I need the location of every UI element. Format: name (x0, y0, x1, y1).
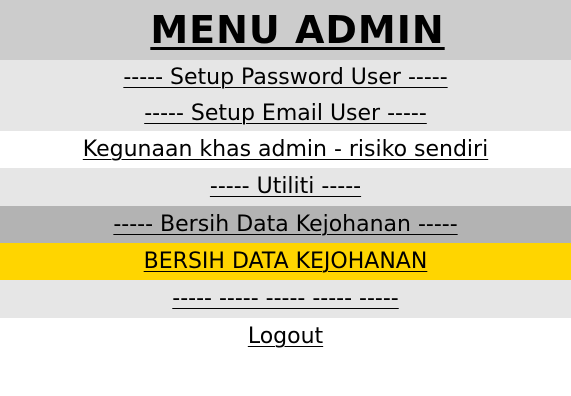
admin-menu: MENU ADMIN ----- Setup Password User ---… (0, 0, 571, 356)
menu-item-setup-email[interactable]: ----- Setup Email User ----- (0, 96, 571, 131)
menu-item-logout[interactable]: Logout (0, 318, 571, 356)
utiliti-link[interactable]: ----- Utiliti ----- (210, 176, 361, 198)
menu-item-utiliti[interactable]: ----- Utiliti ----- (0, 168, 571, 206)
menu-item-bersih-data[interactable]: BERSIH DATA KEJOHANAN (0, 243, 571, 280)
menu-item-bersih-data-header[interactable]: ----- Bersih Data Kejohanan ----- (0, 206, 571, 243)
separator-link[interactable]: ----- ----- ----- ----- ----- (172, 288, 398, 310)
menu-item-admin-use[interactable]: Kegunaan khas admin - risiko sendiri (0, 131, 571, 168)
menu-item-setup-password[interactable]: ----- Setup Password User ----- (0, 60, 571, 96)
setup-email-link[interactable]: ----- Setup Email User ----- (144, 102, 427, 125)
menu-title: MENU ADMIN (150, 8, 445, 52)
setup-password-link[interactable]: ----- Setup Password User ----- (123, 67, 447, 89)
bersih-data-kejohanan-link[interactable]: BERSIH DATA KEJOHANAN (144, 250, 428, 273)
bersih-data-section-link[interactable]: ----- Bersih Data Kejohanan ----- (113, 213, 457, 236)
admin-use-link[interactable]: Kegunaan khas admin - risiko sendiri (83, 138, 488, 161)
menu-item-separator[interactable]: ----- ----- ----- ----- ----- (0, 280, 571, 318)
logout-link[interactable]: Logout (248, 326, 323, 348)
menu-title-row: MENU ADMIN (0, 0, 571, 60)
